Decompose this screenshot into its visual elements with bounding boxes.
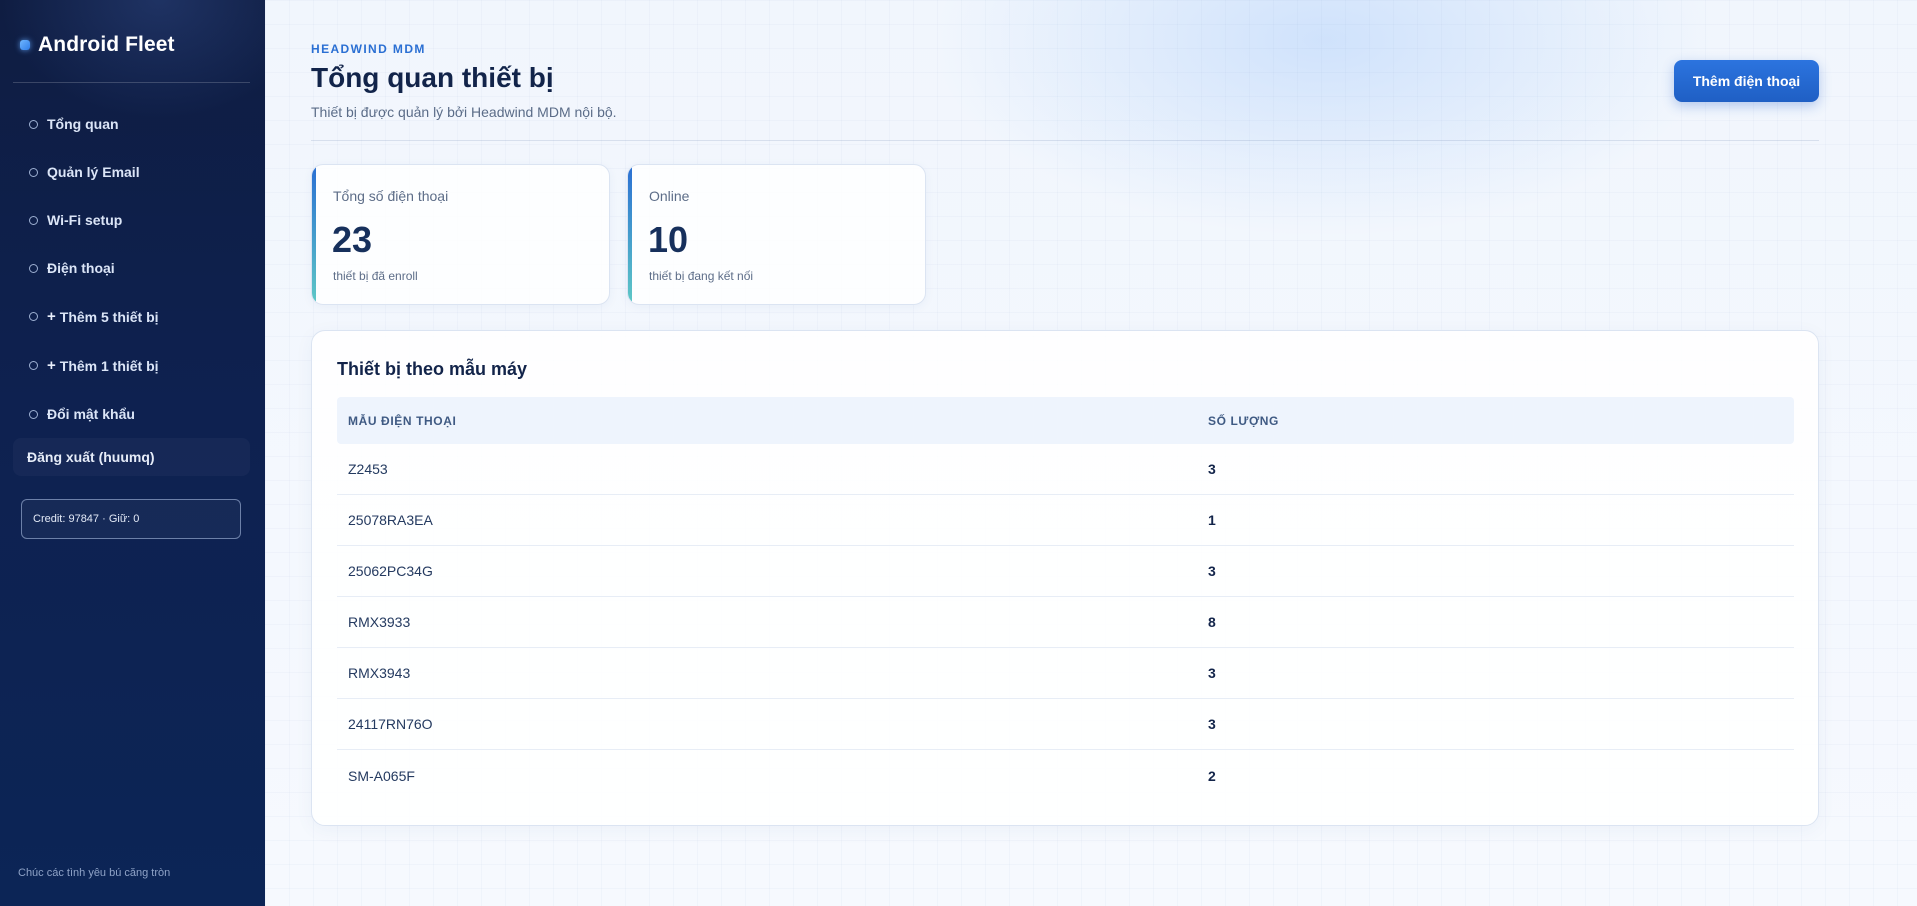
stat-label: Tổng số điện thoại (333, 188, 449, 204)
table-header: MẪU ĐIỆN THOẠI SỐ LƯỢNG (337, 397, 1794, 444)
page-eyebrow: HEADWIND MDM (311, 42, 426, 56)
column-header-count: SỐ LƯỢNG (1208, 413, 1279, 428)
stat-value: 10 (648, 219, 689, 260)
cell-model: RMX3943 (348, 665, 411, 681)
stat-note: thiết bị đã enroll (333, 269, 418, 283)
table-row: RMX3943 3 (337, 648, 1794, 699)
brand-title: Android Fleet (38, 33, 175, 56)
cell-model: 25062PC34G (348, 563, 433, 579)
stat-label: Online (649, 188, 690, 204)
sidebar-item-email[interactable]: Quản lý Email (0, 148, 265, 196)
header-divider (311, 140, 1819, 141)
circle-bullet-icon (29, 215, 38, 225)
cell-model: 24117RN76O (348, 716, 433, 732)
sidebar-footer-note: Chúc các tình yêu bú căng tròn (18, 867, 171, 879)
devices-by-model-panel: Thiết bị theo mẫu máy MẪU ĐIỆN THOẠI SỐ … (311, 330, 1819, 826)
sidebar-item-label: Thêm 5 thiết bị (59, 308, 159, 325)
circle-bullet-icon (29, 167, 38, 177)
panel-title: Thiết bị theo mẫu máy (337, 359, 528, 379)
add-phone-button[interactable]: Thêm điện thoại (1674, 60, 1819, 102)
sidebar-item-label: Điện thoại (47, 260, 115, 276)
cell-count: 3 (1208, 716, 1216, 732)
cell-count: 1 (1208, 512, 1216, 528)
sidebar-item-phones[interactable]: Điện thoại (0, 244, 265, 292)
cell-count: 2 (1208, 767, 1216, 784)
plus-icon: + (47, 357, 56, 374)
stat-note: thiết bị đang kết nối (649, 269, 754, 283)
cell-count: 3 (1208, 665, 1216, 681)
cell-count: 3 (1208, 563, 1216, 579)
brand-logo-icon (20, 40, 30, 50)
table-row: SM-A065F 2 (337, 750, 1794, 801)
table-row: 25062PC34G 3 (337, 546, 1794, 597)
table-row: 24117RN76O 3 (337, 699, 1794, 750)
sidebar-item-label: Quản lý Email (47, 164, 140, 180)
cell-count: 3 (1208, 461, 1216, 477)
circle-bullet-icon (29, 119, 38, 129)
sidebar-item-label: Tổng quan (47, 116, 119, 132)
cell-model: 25078RA3EA (348, 512, 433, 528)
circle-bullet-icon (29, 409, 38, 419)
sidebar: Android Fleet Tổng quan Quản lý Email Wi… (0, 0, 265, 906)
logout-button[interactable]: Đăng xuất (huumq) (13, 438, 250, 476)
table-row: RMX3933 8 (337, 597, 1794, 648)
cell-count: 8 (1208, 614, 1216, 630)
devices-by-model-table: MẪU ĐIỆN THOẠI SỐ LƯỢNG Z2453 3 25078RA3… (337, 397, 1794, 801)
stat-card-online: Online 10 thiết bị đang kết nối (627, 164, 926, 305)
circle-bullet-icon (29, 361, 38, 370)
sidebar-item-label: Wi-Fi setup (47, 212, 123, 228)
page-subtitle: Thiết bị được quản lý bởi Headwind MDM n… (311, 104, 617, 120)
page-title: Tổng quan thiết bị (311, 62, 554, 93)
sidebar-nav: Tổng quan Quản lý Email Wi-Fi setup Điện… (0, 100, 265, 438)
sidebar-item-change-password[interactable]: Đổi mật khẩu (0, 390, 265, 438)
brand-divider (13, 82, 250, 83)
column-header-model: MẪU ĐIỆN THOẠI (348, 413, 457, 428)
stat-value: 23 (332, 219, 373, 260)
brand[interactable]: Android Fleet (20, 33, 175, 57)
cell-model: Z2453 (348, 461, 388, 477)
cell-model: SM-A065F (348, 767, 415, 784)
cell-model: RMX3933 (348, 614, 411, 630)
main-content: HEADWIND MDM Tổng quan thiết bị Thiết bị… (265, 0, 1917, 906)
sidebar-item-wifi[interactable]: Wi-Fi setup (0, 196, 265, 244)
credit-badge: Credit: 97847 · Giữ: 0 (21, 499, 241, 539)
sidebar-item-overview[interactable]: Tổng quan (0, 100, 265, 148)
stat-card-total-phones: Tổng số điện thoại 23 thiết bị đã enroll (311, 164, 610, 305)
circle-bullet-icon (29, 312, 38, 321)
sidebar-item-add-1[interactable]: + Thêm 1 thiết bị (0, 341, 265, 390)
sidebar-item-label: Đổi mật khẩu (47, 406, 135, 422)
sidebar-item-add-5[interactable]: + Thêm 5 thiết bị (0, 292, 265, 341)
table-row: Z2453 3 (337, 444, 1794, 495)
plus-icon: + (47, 308, 56, 325)
circle-bullet-icon (29, 263, 38, 273)
table-row: 25078RA3EA 1 (337, 495, 1794, 546)
sidebar-item-label: Thêm 1 thiết bị (59, 357, 159, 374)
